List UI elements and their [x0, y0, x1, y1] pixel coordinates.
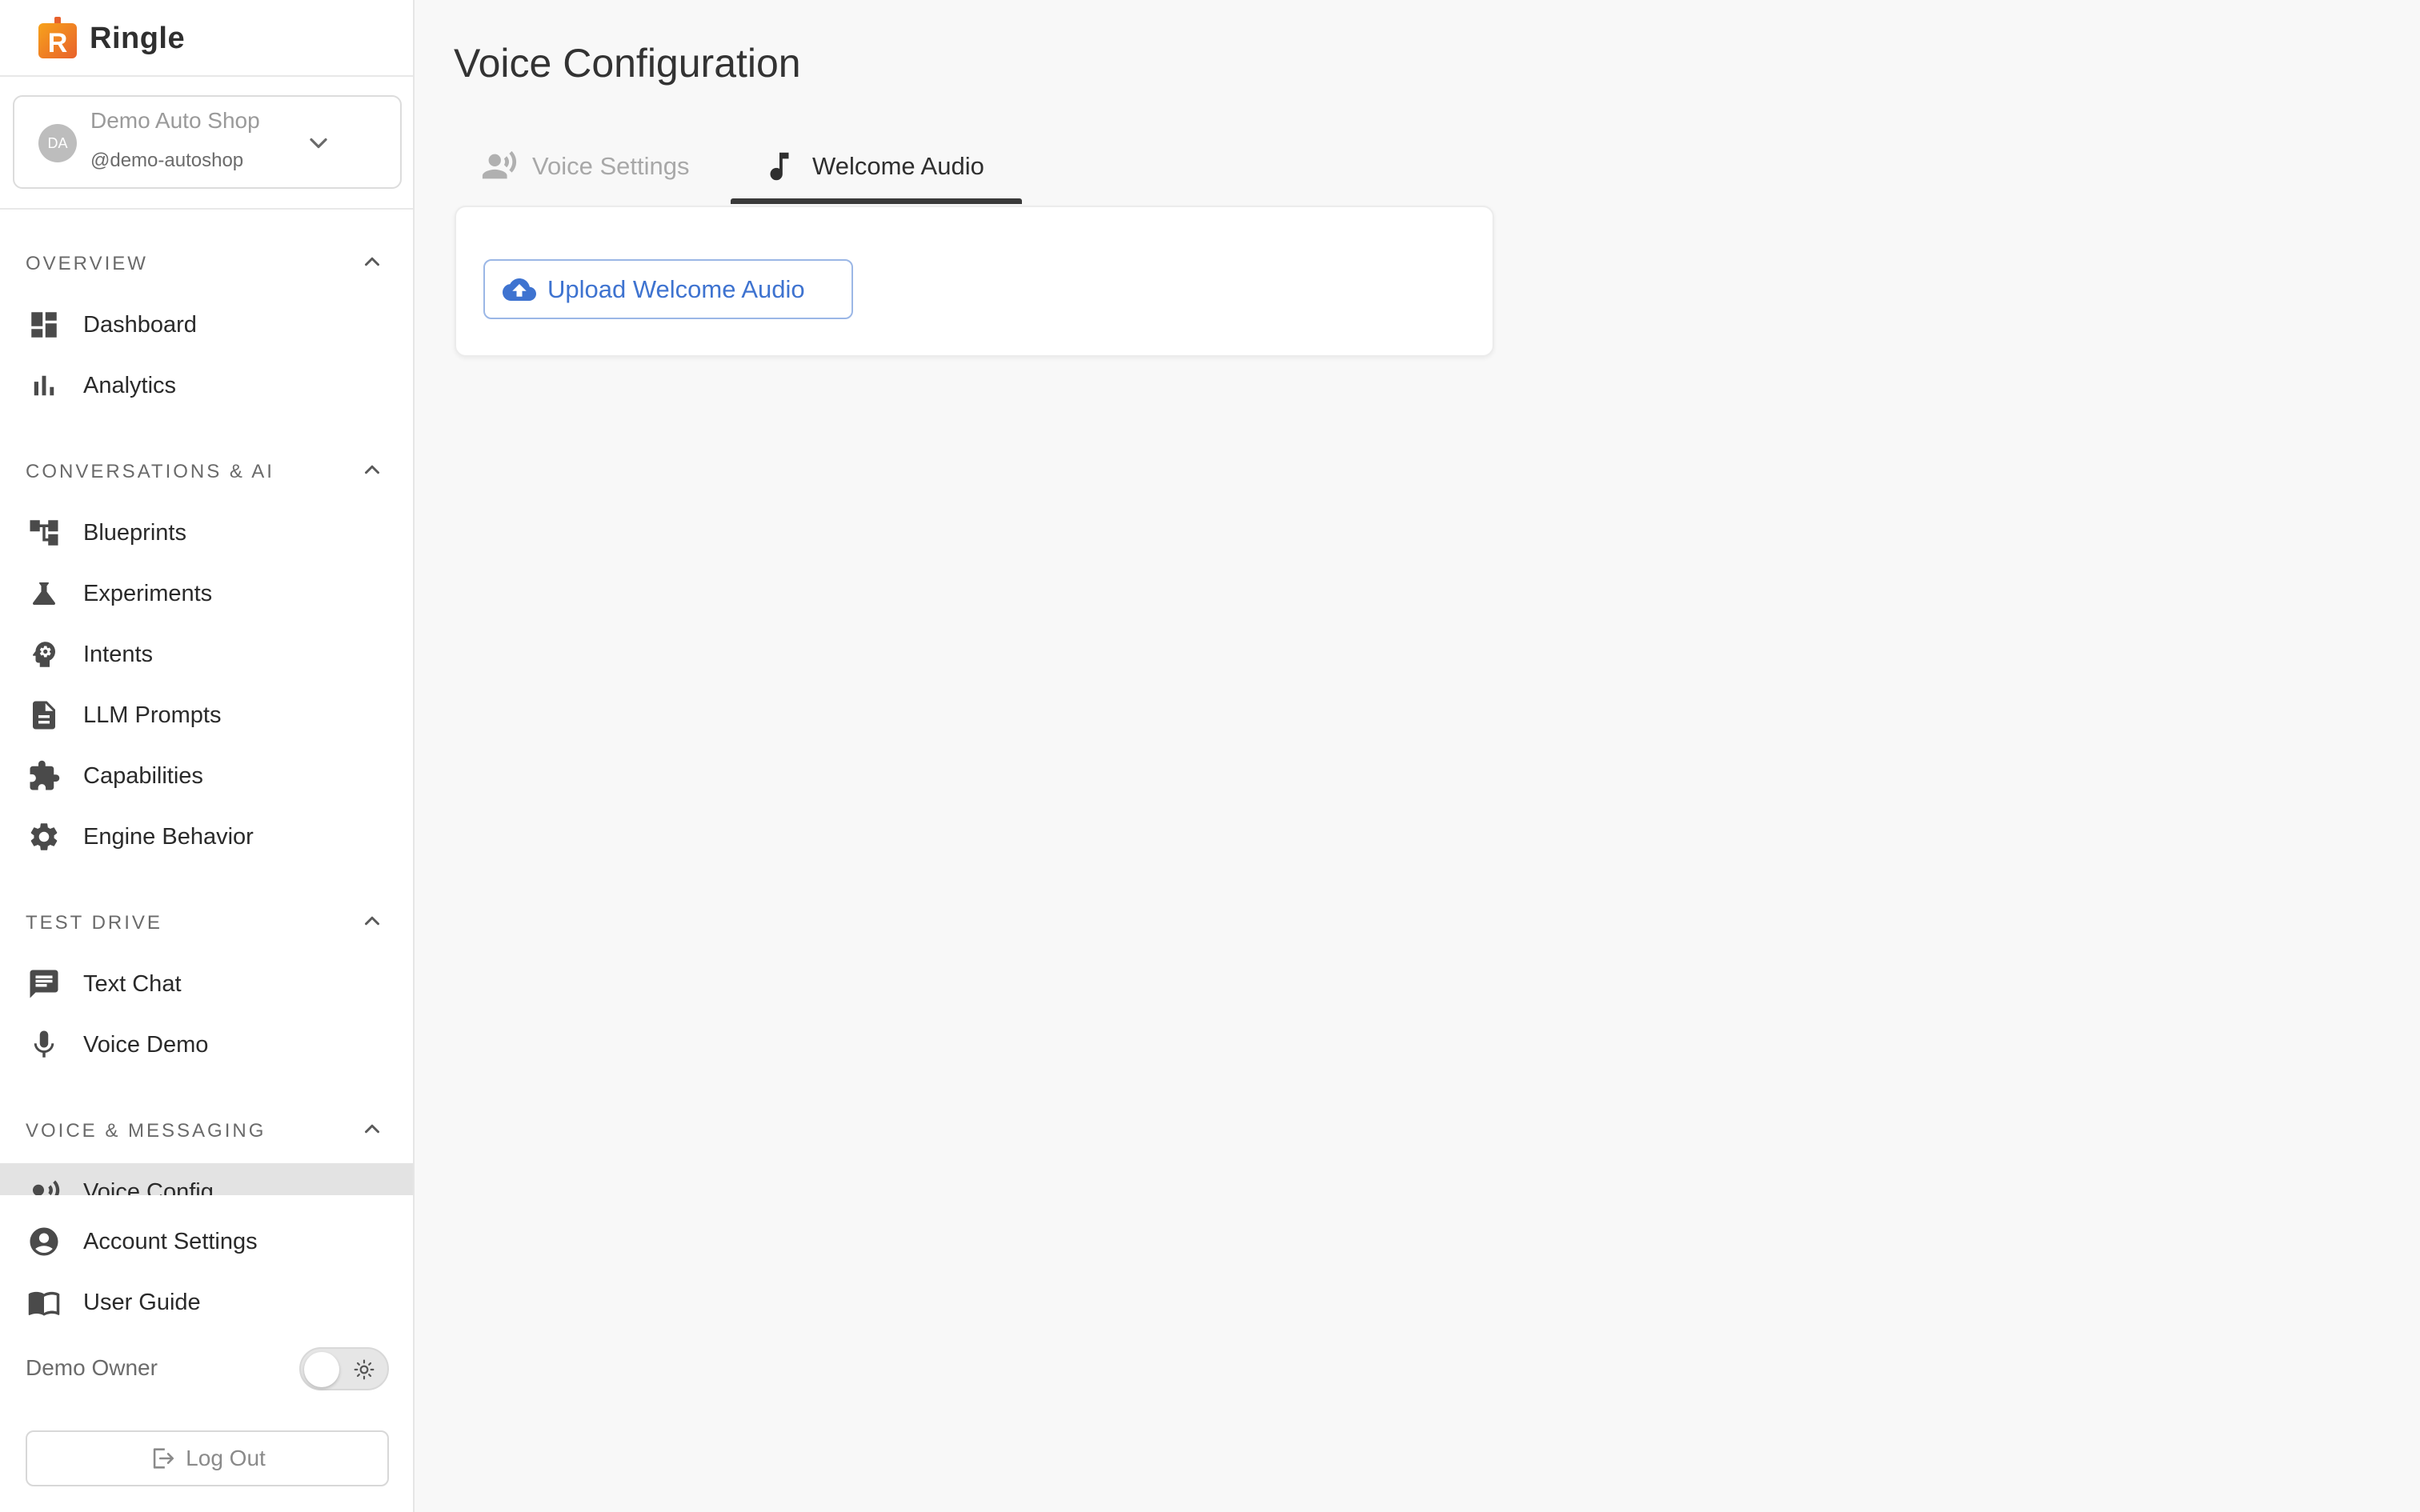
- sidebar-item-label: Dashboard: [83, 311, 197, 338]
- sidebar-item-label: User Guide: [83, 1289, 201, 1315]
- owner-name: Demo Owner: [26, 1355, 158, 1380]
- tab-welcome-audio[interactable]: Welcome Audio: [761, 128, 984, 205]
- section-title-overview: OVERVIEW: [26, 253, 148, 274]
- sidebar-item-llm-prompts[interactable]: LLM Prompts: [0, 690, 413, 741]
- tab-label: Welcome Audio: [812, 152, 984, 180]
- brand-name: Ringle: [90, 21, 186, 55]
- ringle-logo-icon: R: [38, 17, 77, 58]
- sidebar-item-label: Account Settings: [83, 1228, 258, 1254]
- sidebar-item-voice-config[interactable]: Voice Config: [0, 1163, 413, 1195]
- active-tab-indicator: [731, 198, 1022, 204]
- sidebar-item-dashboard[interactable]: Dashboard: [0, 299, 413, 350]
- logout-label: Log Out: [186, 1446, 266, 1470]
- sidebar-item-intents[interactable]: Intents: [0, 629, 413, 680]
- tab-label: Voice Settings: [532, 152, 690, 180]
- tab-voice-settings[interactable]: Voice Settings: [481, 128, 689, 205]
- voice-settings-icon: [482, 150, 517, 179]
- puzzle-piece-icon: [27, 759, 61, 793]
- sidebar-item-analytics[interactable]: Analytics: [0, 360, 413, 411]
- upload-button-label: Upload Welcome Audio: [547, 274, 805, 303]
- avatar: DA: [38, 124, 77, 162]
- theme-toggle[interactable]: [299, 1347, 389, 1390]
- open-book-icon: [27, 1286, 61, 1319]
- record-voice-icon: [27, 1178, 61, 1195]
- account-circle-icon: [27, 1225, 61, 1258]
- sidebar-item-label: Voice Config: [83, 1179, 214, 1195]
- upload-welcome-audio-button[interactable]: Upload Welcome Audio: [483, 259, 853, 319]
- page-title: Voice Configuration: [454, 41, 801, 86]
- document-icon: [27, 698, 61, 732]
- microphone-icon: [27, 1028, 61, 1062]
- music-note-icon: [770, 152, 789, 181]
- sidebar-item-experiments[interactable]: Experiments: [0, 568, 413, 619]
- chevron-up-icon[interactable]: [360, 1117, 384, 1141]
- account-name: Demo Auto Shop: [90, 108, 260, 133]
- sidebar-item-engine-behavior[interactable]: Engine Behavior: [0, 811, 413, 862]
- sidebar-item-label: Intents: [83, 641, 154, 667]
- sidebar-item-text-chat[interactable]: Text Chat: [0, 958, 413, 1010]
- dashboard-icon: [27, 308, 61, 342]
- sidebar-item-user-guide[interactable]: User Guide: [0, 1277, 413, 1328]
- sidebar: R Ringle DA Demo Auto Shop @demo-autosho…: [0, 0, 415, 1512]
- section-title-test-drive: TEST DRIVE: [26, 912, 162, 934]
- divider: [0, 208, 413, 210]
- toggle-knob: [304, 1352, 339, 1387]
- chevron-up-icon[interactable]: [360, 250, 384, 274]
- sidebar-item-label: Voice Demo: [83, 1031, 209, 1058]
- logout-icon: [153, 1448, 174, 1469]
- section-title-conversations: CONVERSATIONS & AI: [26, 461, 274, 482]
- flask-icon: [27, 577, 61, 610]
- bar-chart-icon: [27, 369, 61, 402]
- section-title-voice-messaging: VOICE & MESSAGING: [26, 1120, 266, 1142]
- sidebar-item-label: Analytics: [83, 372, 177, 398]
- sidebar-item-label: Engine Behavior: [83, 823, 254, 850]
- chevron-up-icon[interactable]: [360, 909, 384, 933]
- tab-bar: Voice Settings Welcome Audio: [454, 128, 1030, 205]
- chat-icon: [27, 967, 61, 1001]
- sidebar-item-label: Capabilities: [83, 762, 203, 789]
- sidebar-item-blueprints[interactable]: Blueprints: [0, 507, 413, 558]
- account-handle: @demo-autoshop: [90, 150, 244, 171]
- divider: [0, 75, 413, 77]
- blueprint-tree-icon: [27, 516, 61, 550]
- chevron-up-icon[interactable]: [360, 458, 384, 482]
- sidebar-item-label: Blueprints: [83, 519, 186, 546]
- psychology-head-icon: [27, 638, 61, 671]
- cloud-upload-icon: [503, 278, 536, 301]
- logout-button[interactable]: Log Out: [26, 1430, 389, 1486]
- sidebar-item-voice-demo[interactable]: Voice Demo: [0, 1019, 413, 1070]
- sidebar-item-label: Experiments: [83, 580, 213, 606]
- sidebar-item-label: Text Chat: [83, 970, 182, 997]
- welcome-audio-panel: Upload Welcome Audio: [455, 206, 1494, 357]
- chevron-down-icon: [310, 138, 327, 149]
- sun-icon: [354, 1359, 375, 1380]
- svg-text:R: R: [48, 28, 68, 58]
- sidebar-item-capabilities[interactable]: Capabilities: [0, 750, 413, 802]
- sidebar-item-label: LLM Prompts: [83, 702, 222, 728]
- account-switcher[interactable]: DA Demo Auto Shop @demo-autoshop: [13, 95, 402, 189]
- gear-icon: [27, 820, 61, 854]
- sidebar-item-account-settings[interactable]: Account Settings: [0, 1216, 413, 1267]
- brand[interactable]: R Ringle: [37, 14, 185, 62]
